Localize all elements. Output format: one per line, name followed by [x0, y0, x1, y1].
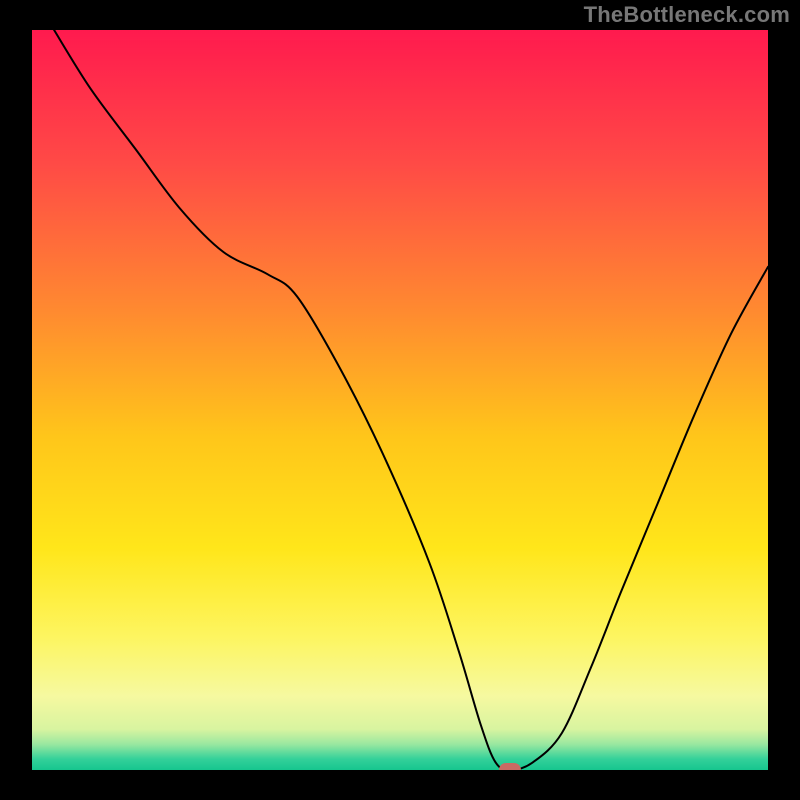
bottleneck-curve [32, 30, 768, 770]
chart-frame: TheBottleneck.com [0, 0, 800, 800]
watermark-text: TheBottleneck.com [584, 2, 790, 28]
optimum-marker [499, 763, 521, 770]
plot-area [32, 30, 768, 770]
bottleneck-curve-path [54, 30, 768, 770]
